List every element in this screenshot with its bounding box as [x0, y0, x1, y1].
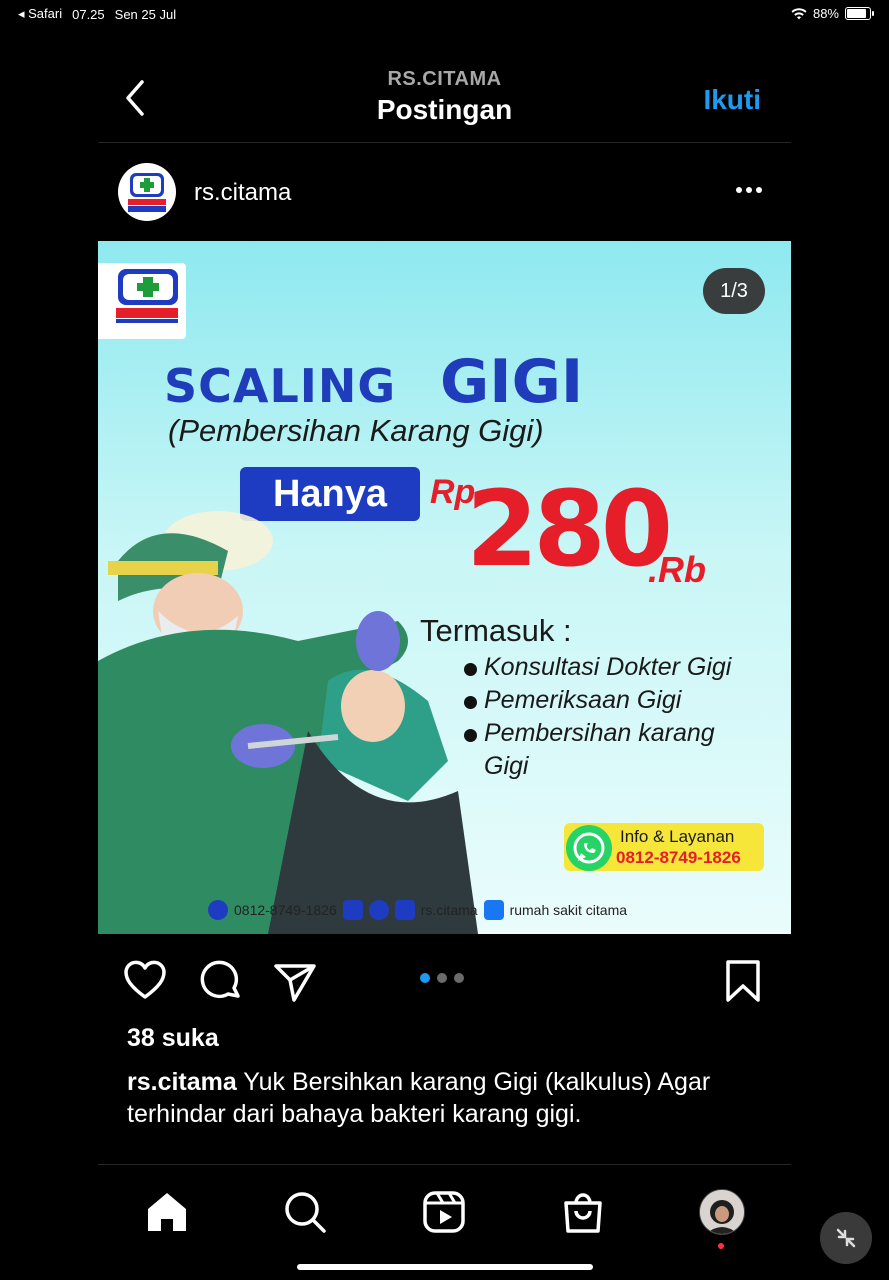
youtube-icon	[342, 900, 363, 920]
post-username[interactable]: rs.citama	[194, 179, 291, 207]
battery-percent: 88%	[812, 6, 839, 21]
image-counter: 1/3	[703, 268, 765, 314]
page-title: Postingan	[376, 94, 513, 125]
bottom-nav	[98, 1164, 791, 1265]
footer-handle: rs.citama	[420, 902, 478, 918]
brand-logo	[98, 263, 186, 339]
price-suffix: .Rb	[648, 549, 706, 590]
home-icon[interactable]	[144, 1189, 190, 1235]
caption-username[interactable]: rs.citama	[127, 1068, 237, 1096]
status-time: 07.25	[72, 6, 105, 22]
post-header: rs.citama	[98, 143, 791, 241]
whatsapp-number: 0812-8749-1826	[616, 848, 741, 867]
reels-icon[interactable]	[421, 1189, 467, 1235]
includes-item: Pemeriksaan Gigi	[464, 684, 764, 717]
status-app: Safari	[28, 6, 63, 21]
home-indicator[interactable]	[297, 1264, 593, 1270]
notification-dot	[718, 1243, 724, 1249]
post-image[interactable]: 1/3 SCALING GIGI (Pembersihan Karang Gig…	[98, 241, 791, 934]
bookmark-icon[interactable]	[720, 958, 766, 1004]
whatsapp-label: Info & Layanan	[620, 827, 735, 846]
search-icon[interactable]	[282, 1189, 328, 1235]
carousel-dot	[437, 973, 447, 983]
footer-phone: 0812-8749-1826	[234, 902, 337, 918]
globe-icon	[368, 900, 389, 920]
shop-icon[interactable]	[560, 1189, 606, 1235]
carousel-dot	[454, 973, 464, 983]
follow-button[interactable]: Ikuti	[703, 84, 761, 116]
instagram-icon	[394, 900, 415, 920]
headline-gigi: GIGI	[440, 347, 584, 417]
facebook-icon	[483, 900, 504, 920]
includes-list: Konsultasi Dokter Gigi Pemeriksaan Gigi …	[464, 651, 764, 783]
wifi-icon	[791, 7, 807, 19]
citama-logo-large	[116, 269, 178, 323]
carousel-dots	[420, 973, 464, 983]
includes-item: Pembersihan karang Gigi	[464, 717, 764, 783]
back-to-app-label[interactable]: ◂ Safari	[18, 6, 62, 22]
heart-icon[interactable]	[122, 958, 168, 1004]
comment-icon[interactable]	[198, 958, 244, 1004]
headline-subtitle: (Pembersihan Karang Gigi)	[168, 413, 544, 448]
headline-scaling: SCALING	[164, 359, 397, 413]
profile-avatar[interactable]	[118, 163, 176, 221]
battery-icon	[845, 7, 874, 20]
send-icon[interactable]	[272, 958, 318, 1004]
post-actions	[98, 934, 791, 1024]
post-caption: rs.citama Yuk Bersihkan karang Gigi (kal…	[127, 1066, 727, 1130]
account-name: RS.CITAMA	[387, 68, 502, 90]
profile-avatar-nav[interactable]	[699, 1189, 745, 1235]
contact-strip: 0812-8749-1826 rs.citama rumah sakit cit…	[208, 900, 627, 920]
phone-icon	[208, 900, 228, 920]
footer-facebook: rumah sakit citama	[509, 902, 628, 918]
whatsapp-contact[interactable]: Info & Layanan 0812-8749-1826	[564, 823, 764, 871]
citama-logo	[128, 173, 166, 212]
price-value: 280	[466, 468, 673, 590]
dentist-illustration	[98, 511, 478, 934]
minimize-icon[interactable]	[820, 1212, 872, 1264]
top-header: RS.CITAMA Postingan Ikuti	[98, 60, 791, 143]
carousel-dot	[420, 973, 430, 983]
whatsapp-icon	[566, 825, 612, 871]
like-count[interactable]: 38 suka	[127, 1024, 219, 1053]
more-horizontal-icon[interactable]	[735, 179, 763, 201]
includes-item: Konsultasi Dokter Gigi	[464, 651, 764, 684]
status-bar: ◂ Safari 07.25 Sen 25 Jul 88%	[0, 0, 889, 26]
status-date: Sen 25 Jul	[114, 6, 177, 22]
